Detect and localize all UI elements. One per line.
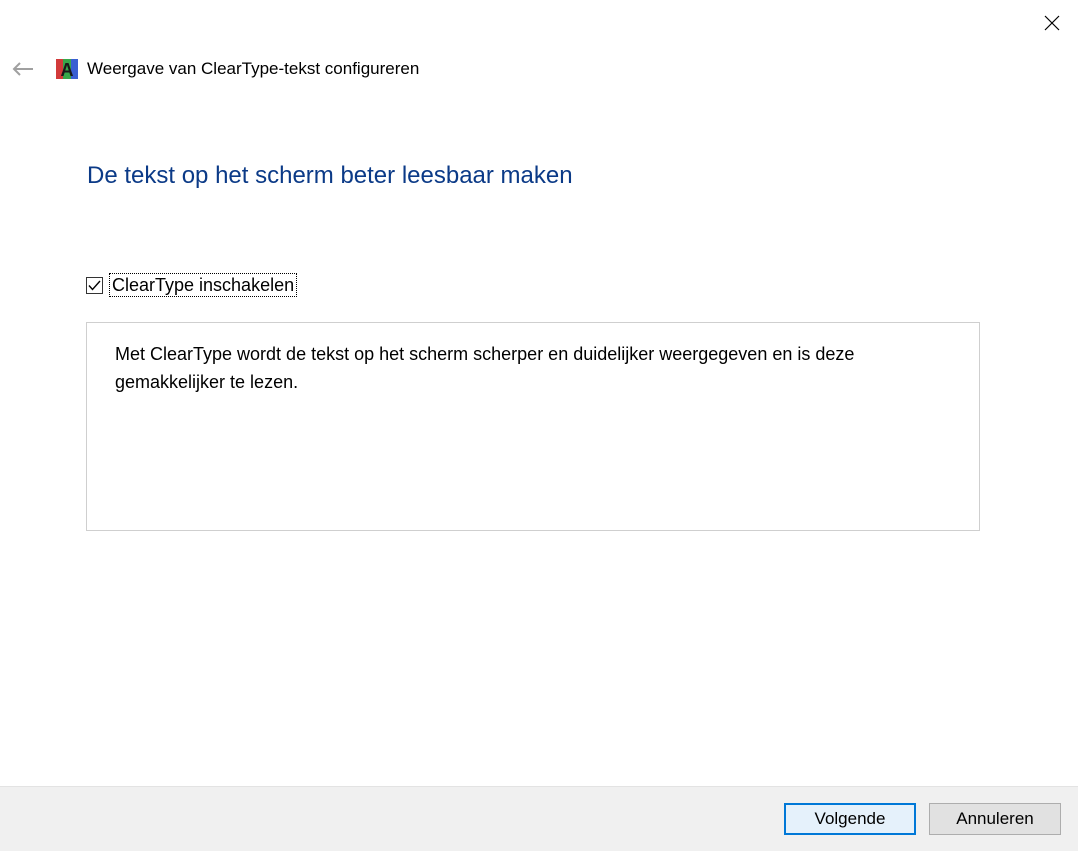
cleartype-toggle[interactable]: ClearType inschakelen <box>86 273 298 297</box>
footer-bar: Volgende Annuleren <box>0 786 1078 851</box>
svg-text:A: A <box>61 60 74 79</box>
page-heading: De tekst op het scherm beter leesbaar ma… <box>87 162 573 189</box>
description-text: Met ClearType wordt de tekst op het sche… <box>115 344 855 392</box>
checkmark-icon <box>88 280 101 291</box>
cleartype-wizard-window: A Weergave van ClearType-tekst configure… <box>0 0 1078 851</box>
cleartype-checkbox[interactable] <box>86 276 103 294</box>
cleartype-checkbox-label[interactable]: ClearType inschakelen <box>109 273 298 297</box>
cancel-button[interactable]: Annuleren <box>929 803 1061 835</box>
back-button[interactable] <box>8 56 38 82</box>
back-arrow-icon <box>12 62 33 76</box>
close-icon <box>1044 15 1060 31</box>
window-title: Weergave van ClearType-tekst configurere… <box>87 59 420 78</box>
close-button[interactable] <box>1032 8 1072 38</box>
description-panel: Met ClearType wordt de tekst op het sche… <box>86 322 980 531</box>
next-button[interactable]: Volgende <box>784 803 916 835</box>
cleartype-icon: A <box>56 59 78 79</box>
